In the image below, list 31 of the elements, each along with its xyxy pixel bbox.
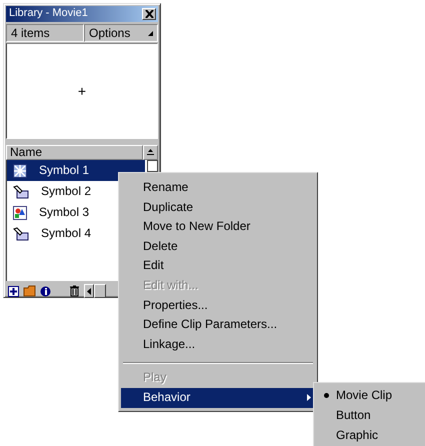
sort-icon [147, 149, 154, 156]
folder-icon[interactable] [23, 285, 36, 297]
new-symbol-icon[interactable] [8, 286, 19, 296]
menu-item[interactable]: Behavior [121, 388, 315, 408]
menu-item[interactable]: Properties... [121, 296, 315, 316]
item-count: 4 items [6, 24, 84, 42]
window-title: Library - Movie1 [9, 7, 88, 21]
corner-icon [148, 30, 153, 36]
graphic-symbol-icon [13, 206, 27, 220]
menu-item[interactable]: Define Clip Parameters... [121, 315, 315, 335]
menu-item[interactable]: Linkage... [121, 334, 315, 354]
options-button[interactable]: Options [84, 24, 158, 42]
crosshair: + [78, 82, 86, 100]
list-item[interactable]: Symbol 1 [7, 160, 145, 181]
info-icon[interactable] [40, 286, 51, 296]
close-icon [144, 10, 154, 18]
menu-item[interactable]: Edit [121, 256, 315, 276]
movie-clip-icon [13, 164, 27, 178]
menu-item[interactable]: Movie Clip [316, 385, 423, 405]
menu-item[interactable]: Graphic [316, 425, 423, 445]
left-arrow-icon [87, 288, 91, 294]
scroll-left-button[interactable] [84, 284, 94, 298]
close-button[interactable] [142, 8, 156, 20]
scroll-thumb[interactable] [147, 160, 158, 172]
button-symbol-icon [13, 184, 29, 198]
submenu-arrow-icon [307, 394, 311, 402]
button-symbol-icon [13, 226, 29, 240]
column-header[interactable]: Name [6, 145, 143, 160]
sort-button[interactable] [143, 145, 158, 160]
trash-icon[interactable] [69, 285, 80, 297]
menu-item[interactable]: Button [316, 405, 423, 425]
